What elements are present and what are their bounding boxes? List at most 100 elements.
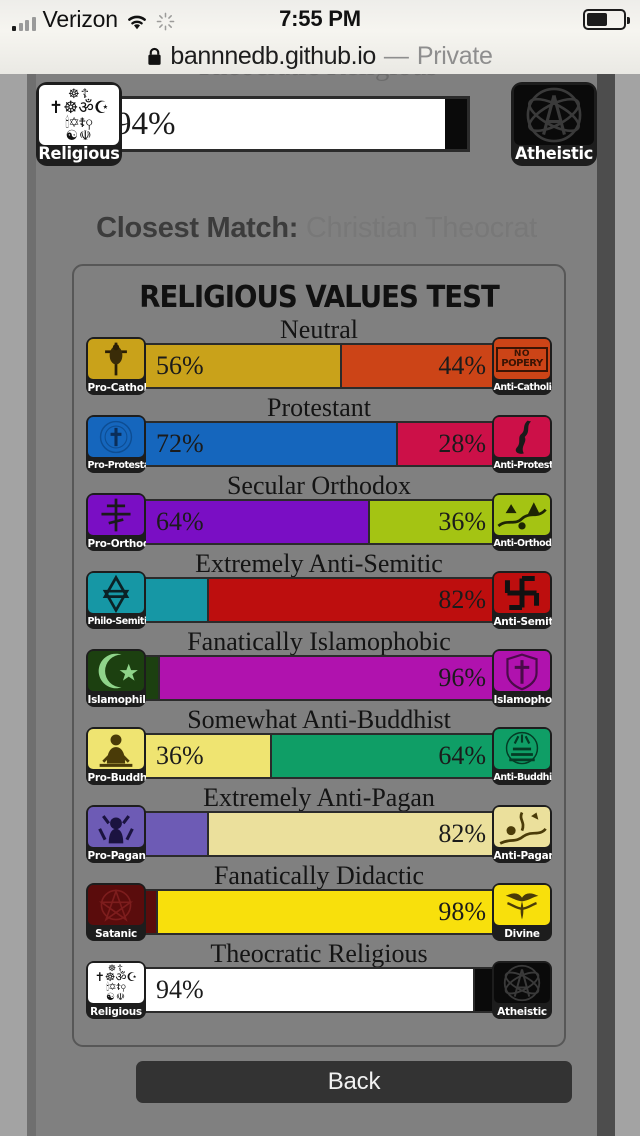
axis-left-caption: Pro-Orthodox [87,537,147,550]
axis-row: Protestant72%28%Pro-ProtestantAnti-Prote… [86,395,552,473]
axis-right-caption: Anti-Catholic [493,382,553,393]
battery-icon [583,8,630,30]
axis-left-badge: ☸☦ ✝☸ॐ☪ 🕯✡☦⚲ ☯☫ Religious [36,82,122,166]
page-scrollbar[interactable] [597,74,615,1136]
axis-left-segment: 64% [146,501,370,543]
axis-left-badge: Pro-Protestant [86,415,146,473]
axis-track: 56% 44% [144,343,498,389]
religious-symbols-icon: ☸☦ ✝☸ॐ☪ 🕯✡☦⚲ ☯☫ [39,85,119,145]
axis-verdict-label: Somewhat Anti-Buddhist [187,705,451,734]
axis-verdict-label: Theocratic Religious [210,939,428,968]
axis-left-segment: 56% [146,345,342,387]
atheist-atom-icon [494,963,550,1003]
clock-label: 7:55 PM [279,6,361,31]
crusader-shield-icon [494,651,550,691]
axis-right-badge: Anti-Buddhist [492,727,552,785]
axis-left-badge: Philo-Semitic [86,571,146,629]
atheist-atom-icon [514,85,594,145]
axis-left-badge: Pro-Catholic [86,337,146,395]
url-host: bannnedb.github.io [170,41,376,70]
axis-right-badge: Anti-Protestant [492,415,552,473]
back-button[interactable]: Back [136,1061,572,1103]
axis-left-badge: Islamophilic [86,649,146,707]
anti-buddhist-scene-icon [494,729,550,769]
orthodox-cross-icon [88,495,144,535]
axis-right-caption: Islamophobic [493,693,553,706]
axis-left-caption: Religious [90,1005,142,1018]
page-title: RELIGIOUS VALUES TEST [139,280,500,315]
axis-verdict-label: Extremely Anti-Semitic [195,549,443,578]
axis-right-caption: Anti-Pagan [493,849,553,862]
axis-left-segment: 94% [146,969,475,1011]
top-result-area: Theocratic Religious 94% ☸☦ ✝☸ॐ☪ 🕯✡☦⚲ ☯☫ [36,74,597,196]
axis-left-segment: 36% [146,735,272,777]
axis-right-badge: Divine [492,883,552,941]
axis-right-caption: Divine [504,927,540,940]
axis-verdict-label: Protestant [267,393,371,422]
anti-pagan-scene-icon [494,807,550,847]
axis-right-segment: 64% [272,735,496,777]
axis-left-badge: Pro-Buddhist [86,727,146,785]
axis-row: Extremely Anti-Pagan 82% Pro-Pagan Anti-Pag… [86,785,552,863]
axis-verdict-label: Extremely Anti-Pagan [203,783,435,812]
axis-rows-container: Neutral56%44%Pro-CatholicNOPOPERYAnti-Ca… [86,317,552,1019]
anti-orthodox-scene-icon [494,495,550,535]
axis-right-caption: Atheistic [514,144,594,164]
buddha-statue-icon [88,729,144,769]
axis-left-caption: Islamophilic [87,693,147,706]
axis-left-caption: Pro-Protestant [87,460,147,471]
axis-track: 94% [102,96,470,152]
axis-right-segment: 44% [342,345,496,387]
protestant-seal-icon [88,417,144,457]
axis-right-caption: Anti-Protestant [493,460,553,471]
axis-track: 96% [144,655,498,701]
axis-left-caption: Pro-Buddhist [87,771,147,784]
axis-row: Somewhat Anti-Buddhist36%64%Pro-Buddhist… [86,707,552,785]
axis-verdict-label: Fanatically Islamophobic [187,627,451,656]
axis-left-segment: 72% [146,423,398,465]
axis-verdict-label: Fanatically Didactic [213,861,425,890]
axis-track: 82% [144,811,498,857]
axis-right-caption: Anti-Semitic [493,615,553,628]
axis-track: 72% 28% [144,421,498,467]
axis-verdict-label: Secular Orthodox [226,471,412,500]
browser-chrome: Verizon 7:55 PM bannnedb.github.io — Pri… [0,0,640,74]
axis-left-caption: Religious [38,144,120,164]
axis-right-segment: 82% [209,813,496,855]
axis-right-caption: Anti-Buddhist [493,772,553,783]
axis-right-segment: 28% [398,423,496,465]
axis-right-badge: Islamophobic [492,649,552,707]
axis-left-segment [146,657,160,699]
axis-row-religious-top: 94% ☸☦ ✝☸ॐ☪ 🕯✡☦⚲ ☯☫ Religious Atheistic [36,74,597,182]
lock-icon [148,47,162,65]
web-viewport: Theocratic Religious 94% ☸☦ ✝☸ॐ☪ 🕯✡☦⚲ ☯☫ [0,74,640,1136]
axis-left-segment [146,813,209,855]
axis-right-segment: 98% [158,891,496,933]
axis-left-caption: Pro-Catholic [87,381,147,394]
axis-right-badge: Anti-Pagan [492,805,552,863]
axis-track: 82% [144,577,498,623]
religious-symbols-icon: ☸☦ ✝☸ॐ☪ 🕯✡☦⚲ ☯☫ [88,963,144,1003]
axis-row: Fanatically Islamophobic96% Islamophilic I… [86,629,552,707]
axis-row: Extremely Anti-Semitic 82% Philo-Semitic An… [86,551,552,629]
axis-track: 64% 36% [144,499,498,545]
axis-left-badge: ☸☦ ✝☸ॐ☪ 🕯✡☦⚲ ☯☫ Religious [86,961,146,1019]
axis-right-segment: 96% [160,657,496,699]
private-mode-label: Private [416,41,493,70]
axis-right-badge: Atheistic [511,82,597,166]
star-of-david-icon [88,573,144,613]
axis-track: 36% 64% [144,733,498,779]
horned-idol-icon [88,807,144,847]
phone-screen: Verizon 7:55 PM bannnedb.github.io — Pri… [0,0,640,1136]
ios-status-bar: Verizon 7:55 PM [0,0,640,38]
axis-row: Theocratic Religious 94% ☸☦ ✝☸ॐ☪ 🕯✡☦⚲ ☯☫ Relig… [86,941,552,1019]
axis-track: 94% [144,967,498,1013]
axis-row: Fanatically Didactic 98% Satanic Divine [86,863,552,941]
axis-left-badge: Pro-Pagan [86,805,146,863]
anti-protestant-figure-icon [494,417,550,457]
axis-row: Neutral56%44%Pro-CatholicNOPOPERYAnti-Ca… [86,317,552,395]
axis-right-badge: Atheistic [492,961,552,1019]
address-bar[interactable]: bannnedb.github.io — Private [0,38,640,74]
pentagram-icon [88,885,144,925]
swastika-icon [494,573,550,613]
